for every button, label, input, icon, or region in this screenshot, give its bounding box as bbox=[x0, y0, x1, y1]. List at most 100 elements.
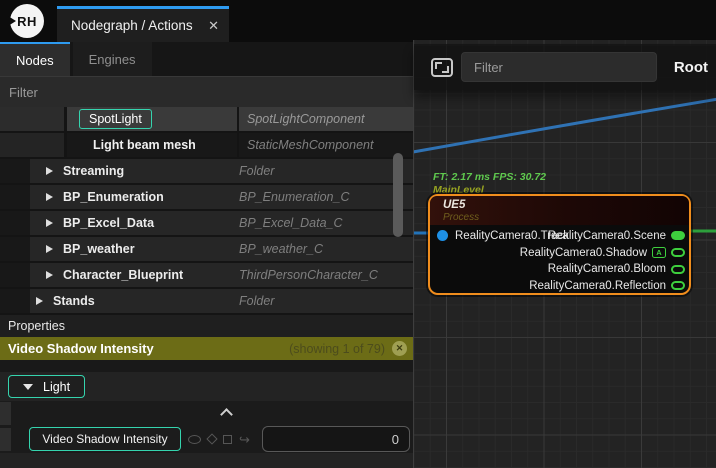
logo-text: RH bbox=[17, 14, 37, 29]
row-name[interactable]: Stands bbox=[53, 294, 239, 308]
row-gutter bbox=[0, 237, 30, 261]
graph-toolbar: Root bbox=[414, 44, 716, 90]
row-gutter bbox=[0, 263, 30, 287]
row-name[interactable]: BP_Enumeration bbox=[63, 190, 239, 204]
tab-nodegraph-actions[interactable]: Nodegraph / Actions ✕ bbox=[57, 6, 229, 42]
fps-stats: FT: 2.17 ms FPS: 30.72 bbox=[433, 171, 546, 184]
output-pin-icon[interactable] bbox=[671, 231, 685, 240]
application-window: RH Nodegraph / Actions ✕ NodesEngines Sp… bbox=[0, 0, 716, 468]
property-value-input[interactable] bbox=[262, 426, 410, 452]
light-group-button[interactable]: Light bbox=[8, 375, 85, 398]
row-type: BP_weather_C bbox=[239, 242, 413, 256]
tab-engines[interactable]: Engines bbox=[73, 42, 152, 76]
row-type: ThirdPersonCharacter_C bbox=[239, 268, 413, 282]
tree-scrollbar[interactable] bbox=[393, 153, 403, 237]
input-pin-icon[interactable] bbox=[437, 230, 448, 241]
row-gutter bbox=[0, 211, 30, 235]
output-pin-icon[interactable] bbox=[671, 281, 685, 290]
clear-filter-icon[interactable]: ✕ bbox=[392, 341, 407, 356]
panel-footer bbox=[0, 453, 413, 468]
redo-arrow-icon[interactable]: ↪ bbox=[239, 433, 250, 446]
tree-row-bp-enumeration[interactable]: BP_EnumerationBP_Enumeration_C bbox=[0, 185, 413, 209]
showing-count: (showing 1 of 79) bbox=[289, 342, 385, 356]
close-icon[interactable]: ✕ bbox=[208, 18, 219, 34]
output-pin-icon[interactable] bbox=[671, 248, 685, 257]
expand-triangle-icon[interactable] bbox=[46, 271, 53, 279]
collapse-row bbox=[0, 401, 413, 426]
tab-label: Nodegraph / Actions bbox=[71, 18, 202, 33]
expand-triangle-icon[interactable] bbox=[46, 219, 53, 227]
node-header: UE5 Process bbox=[430, 196, 689, 225]
tree-row-stands[interactable]: StandsFolder bbox=[0, 289, 413, 313]
row-type: StaticMeshComponent bbox=[239, 133, 413, 157]
row-type: Folder bbox=[239, 164, 413, 178]
ue5-process-node[interactable]: UE5 Process RealityCamera0.TrackRealityC… bbox=[428, 194, 691, 295]
node-subtitle: Process bbox=[443, 212, 479, 223]
node-tree: SpotLight SpotLightComponentLight beam me… bbox=[0, 107, 413, 315]
pin-row: RealityCamera0.Bloom bbox=[430, 262, 689, 277]
row-name[interactable]: BP_Excel_Data bbox=[63, 216, 239, 230]
output-pin-group: RealityCamera0.Reflection bbox=[529, 278, 685, 293]
blue-wire-diagonal bbox=[414, 99, 716, 152]
expand-triangle-icon[interactable] bbox=[46, 167, 53, 175]
row-name[interactable]: SpotLight bbox=[67, 107, 237, 131]
row-type: BP_Excel_Data_C bbox=[239, 216, 413, 230]
row-name[interactable]: Character_Blueprint bbox=[63, 268, 239, 282]
tree-row-streaming[interactable]: StreamingFolder bbox=[0, 159, 413, 183]
output-pin-group: RealityCamera0.Shadow A bbox=[520, 245, 685, 260]
selected-name-box[interactable]: SpotLight bbox=[79, 109, 152, 129]
row-gutter bbox=[0, 428, 11, 451]
row-gutter bbox=[0, 402, 11, 425]
output-pin-icon[interactable] bbox=[671, 265, 685, 274]
property-value-row: Video Shadow Intensity ↪ bbox=[0, 426, 413, 453]
video-shadow-intensity-button[interactable]: Video Shadow Intensity bbox=[29, 427, 181, 451]
pin-row: RealityCamera0.Reflection bbox=[430, 278, 689, 293]
panel-tab-bar: NodesEngines bbox=[0, 42, 413, 76]
output-pin-label: RealityCamera0.Shadow bbox=[520, 247, 647, 259]
nodes-filter-input[interactable] bbox=[0, 76, 413, 107]
nodes-panel: NodesEngines SpotLight SpotLightComponent… bbox=[0, 42, 413, 468]
pin-row: RealityCamera0.TrackRealityCamera0.Scene bbox=[430, 228, 689, 243]
graph-filter-input[interactable] bbox=[461, 52, 657, 82]
square-icon[interactable] bbox=[223, 435, 232, 444]
row-type: SpotLightComponent bbox=[239, 107, 413, 131]
expand-triangle-icon[interactable] bbox=[46, 193, 53, 201]
row-type: Folder bbox=[239, 294, 413, 308]
pin-row: RealityCamera0.Shadow A bbox=[430, 245, 689, 260]
tree-row-character-blueprint[interactable]: Character_BlueprintThirdPersonCharacter_… bbox=[0, 263, 413, 287]
properties-header: Properties bbox=[0, 315, 413, 337]
group-label: Light bbox=[43, 380, 70, 394]
row-gutter bbox=[0, 289, 30, 313]
output-pin-label: RealityCamera0.Bloom bbox=[548, 263, 666, 275]
expand-triangle-icon[interactable] bbox=[46, 245, 53, 253]
row-type: BP_Enumeration_C bbox=[239, 190, 413, 204]
chevron-down-icon bbox=[23, 384, 33, 390]
tree-row-bp-weather[interactable]: BP_weatherBP_weather_C bbox=[0, 237, 413, 261]
row-name[interactable]: BP_weather bbox=[63, 242, 239, 256]
row-name[interactable]: Streaming bbox=[63, 164, 239, 178]
row-gutter bbox=[0, 185, 30, 209]
nodegraph-canvas[interactable]: Root FT: 2.17 ms FPS: 30.72 MainLevel UE… bbox=[413, 40, 716, 468]
properties-filter-value: Video Shadow Intensity bbox=[8, 341, 289, 356]
tree-row-bp-excel-data[interactable]: BP_Excel_DataBP_Excel_Data_C bbox=[0, 211, 413, 235]
reality-hub-logo[interactable]: RH bbox=[10, 4, 44, 38]
diamond-icon[interactable] bbox=[206, 433, 217, 444]
title-bar: RH Nodegraph / Actions ✕ bbox=[0, 0, 716, 42]
chevron-up-icon[interactable] bbox=[220, 408, 233, 421]
tab-nodes[interactable]: Nodes bbox=[0, 42, 70, 76]
ellipse-icon[interactable] bbox=[188, 435, 201, 444]
tree-row-light-beam-mesh[interactable]: Light beam meshStaticMeshComponent bbox=[0, 133, 413, 157]
keyframe-icon-group: ↪ bbox=[188, 427, 250, 451]
row-name[interactable]: Light beam mesh bbox=[67, 133, 237, 157]
row-gutter bbox=[0, 107, 64, 131]
tree-row-spotlight[interactable]: SpotLight SpotLightComponent bbox=[0, 107, 413, 131]
row-gutter bbox=[0, 133, 64, 157]
root-breadcrumb[interactable]: Root bbox=[665, 59, 708, 76]
output-pin-group: RealityCamera0.Scene bbox=[548, 228, 685, 243]
divider bbox=[0, 360, 413, 372]
output-pin-label: RealityCamera0.Scene bbox=[548, 230, 666, 242]
animated-badge-icon: A bbox=[652, 247, 666, 258]
node-title: UE5 bbox=[443, 199, 465, 211]
frame-view-icon[interactable] bbox=[431, 58, 453, 77]
expand-triangle-icon[interactable] bbox=[36, 297, 43, 305]
